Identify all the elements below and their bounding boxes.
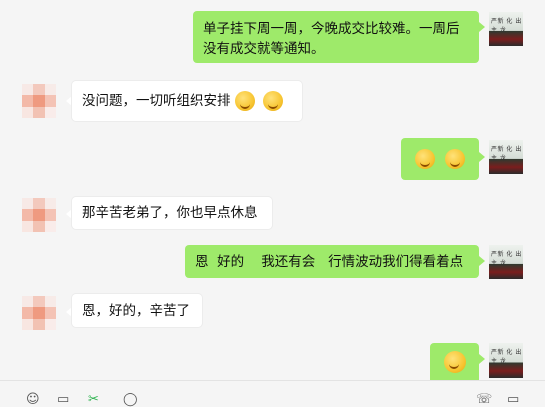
message-bubble-outgoing[interactable] (430, 343, 479, 380)
message-bubble-incoming[interactable]: 没问题，一切听组织安排 (72, 81, 302, 121)
smile-emoji-icon (443, 350, 466, 373)
grin-emoji-icon (234, 91, 255, 111)
message-text: 恩，好的，辛苦了 (82, 302, 190, 319)
message-bubble-outgoing[interactable] (401, 138, 479, 180)
grin-emoji-icon (262, 91, 283, 111)
message-text: 那辛苦老弟了，你也早点休息 (82, 205, 258, 221)
input-toolbar: ☺ ▭ ✂ ◯ ☏ ▭ (0, 380, 545, 406)
contact-avatar-pixelated[interactable] (22, 84, 56, 118)
bubble-tail (479, 152, 485, 162)
message-text: 没问题，一切听组织安排 (82, 93, 231, 109)
contact-avatar-pixelated[interactable] (22, 296, 56, 330)
contact-avatar-pixelated[interactable] (22, 198, 56, 232)
message-bubble-outgoing[interactable]: 恩 好的 我还有会 行情波动我们得看着点 (185, 245, 479, 278)
bubble-tail (479, 22, 485, 32)
message-bubble-incoming[interactable]: 那辛苦老弟了，你也早点休息 (72, 197, 272, 229)
hug-emoji-icon (445, 149, 465, 169)
self-avatar[interactable]: 严新 化 出 主 龙 (489, 343, 523, 378)
self-avatar[interactable]: 严新 化 出 主 龙 (489, 140, 523, 174)
hug-emoji-icon (415, 149, 435, 169)
message-bubble-incoming[interactable]: 恩，好的，辛苦了 (72, 294, 202, 327)
self-avatar[interactable]: 严新 化 出 主 龙 (489, 12, 523, 46)
message-text: 单子挂下周一周，今晚成交比较难。一周后 没有成交就等通知。 (203, 21, 460, 57)
self-avatar[interactable]: 严新 化 出 主 龙 (489, 245, 523, 279)
bubble-tail (479, 256, 485, 266)
chat-history[interactable]: 单子挂下周一周，今晚成交比较难。一周后 没有成交就等通知。 严新 化 出 主 龙… (0, 0, 545, 380)
message-text: 恩 好的 我还有会 行情波动我们得看着点 (195, 253, 464, 270)
message-bubble-outgoing[interactable]: 单子挂下周一周，今晚成交比较难。一周后 没有成交就等通知。 (193, 11, 479, 63)
bubble-tail (479, 354, 485, 364)
